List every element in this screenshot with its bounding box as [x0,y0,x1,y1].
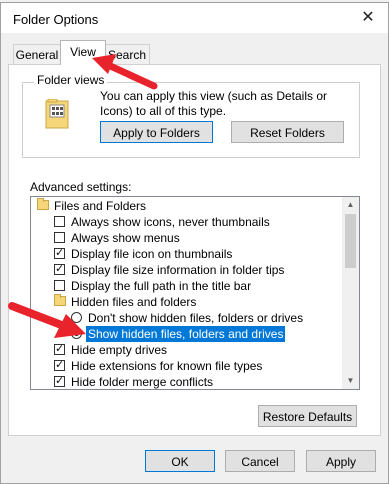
apply-to-folders-button[interactable]: Apply to Folders [100,121,213,143]
reset-folders-button[interactable]: Reset Folders [231,121,344,143]
scroll-thumb[interactable] [345,214,356,268]
list-item-label[interactable]: Display the full path in the title bar [71,278,251,294]
folder-views-description: You can apply this view (such as Details… [100,89,356,119]
red-arrow-icon [8,302,86,338]
restore-defaults-button[interactable]: Restore Defaults [258,405,357,427]
checkbox-checked[interactable] [54,246,65,260]
tab-general[interactable]: General [13,44,61,65]
close-icon[interactable]: ✕ [353,7,383,29]
advanced-settings-list[interactable]: Files and Folders Always show icons, nev… [30,196,360,390]
checkbox-checked[interactable] [54,342,65,356]
list-item-label[interactable]: Hide empty drives [71,342,167,358]
list-item-label[interactable]: Display file size information in folder … [71,262,284,278]
folder-icon [37,198,49,210]
scroll-up-icon[interactable]: ▲ [342,197,359,213]
checkbox-checked[interactable] [54,374,65,388]
list-item-label[interactable]: Hide folder merge conflicts [71,374,213,389]
list-item-label[interactable]: Show hidden files, folders and drives [86,326,286,342]
folder-views-description-line1: You can apply this view (such as Details… [100,89,328,118]
checkbox-checked[interactable] [54,262,65,276]
scroll-down-icon[interactable]: ▼ [342,373,359,389]
list-item-label[interactable]: Display file icon on thumbnails [71,246,232,262]
apply-button[interactable]: Apply [306,450,376,472]
list-item-label[interactable]: Don't show hidden files, folders or driv… [88,310,303,326]
checkbox-checked[interactable] [54,358,65,372]
list-item-label[interactable]: Hide extensions for known file types [71,358,262,374]
checkbox[interactable] [54,232,65,243]
list-item-label[interactable]: Always show menus [71,230,180,246]
cancel-button[interactable]: Cancel [225,450,295,472]
title-bar: Folder Options ✕ [1,3,388,33]
vertical-scrollbar[interactable]: ▲ ▼ [342,197,359,389]
folder-grid-icon [45,99,69,129]
checkbox[interactable] [54,216,65,227]
advanced-settings-label: Advanced settings: [30,180,132,194]
dialog-title: Folder Options [13,12,99,27]
red-arrow-icon [92,54,158,90]
list-item-label[interactable]: Always show icons, never thumbnails [71,214,270,230]
list-item-label: Files and Folders [54,199,147,213]
ok-button[interactable]: OK [145,450,215,472]
checkbox[interactable] [54,280,65,291]
